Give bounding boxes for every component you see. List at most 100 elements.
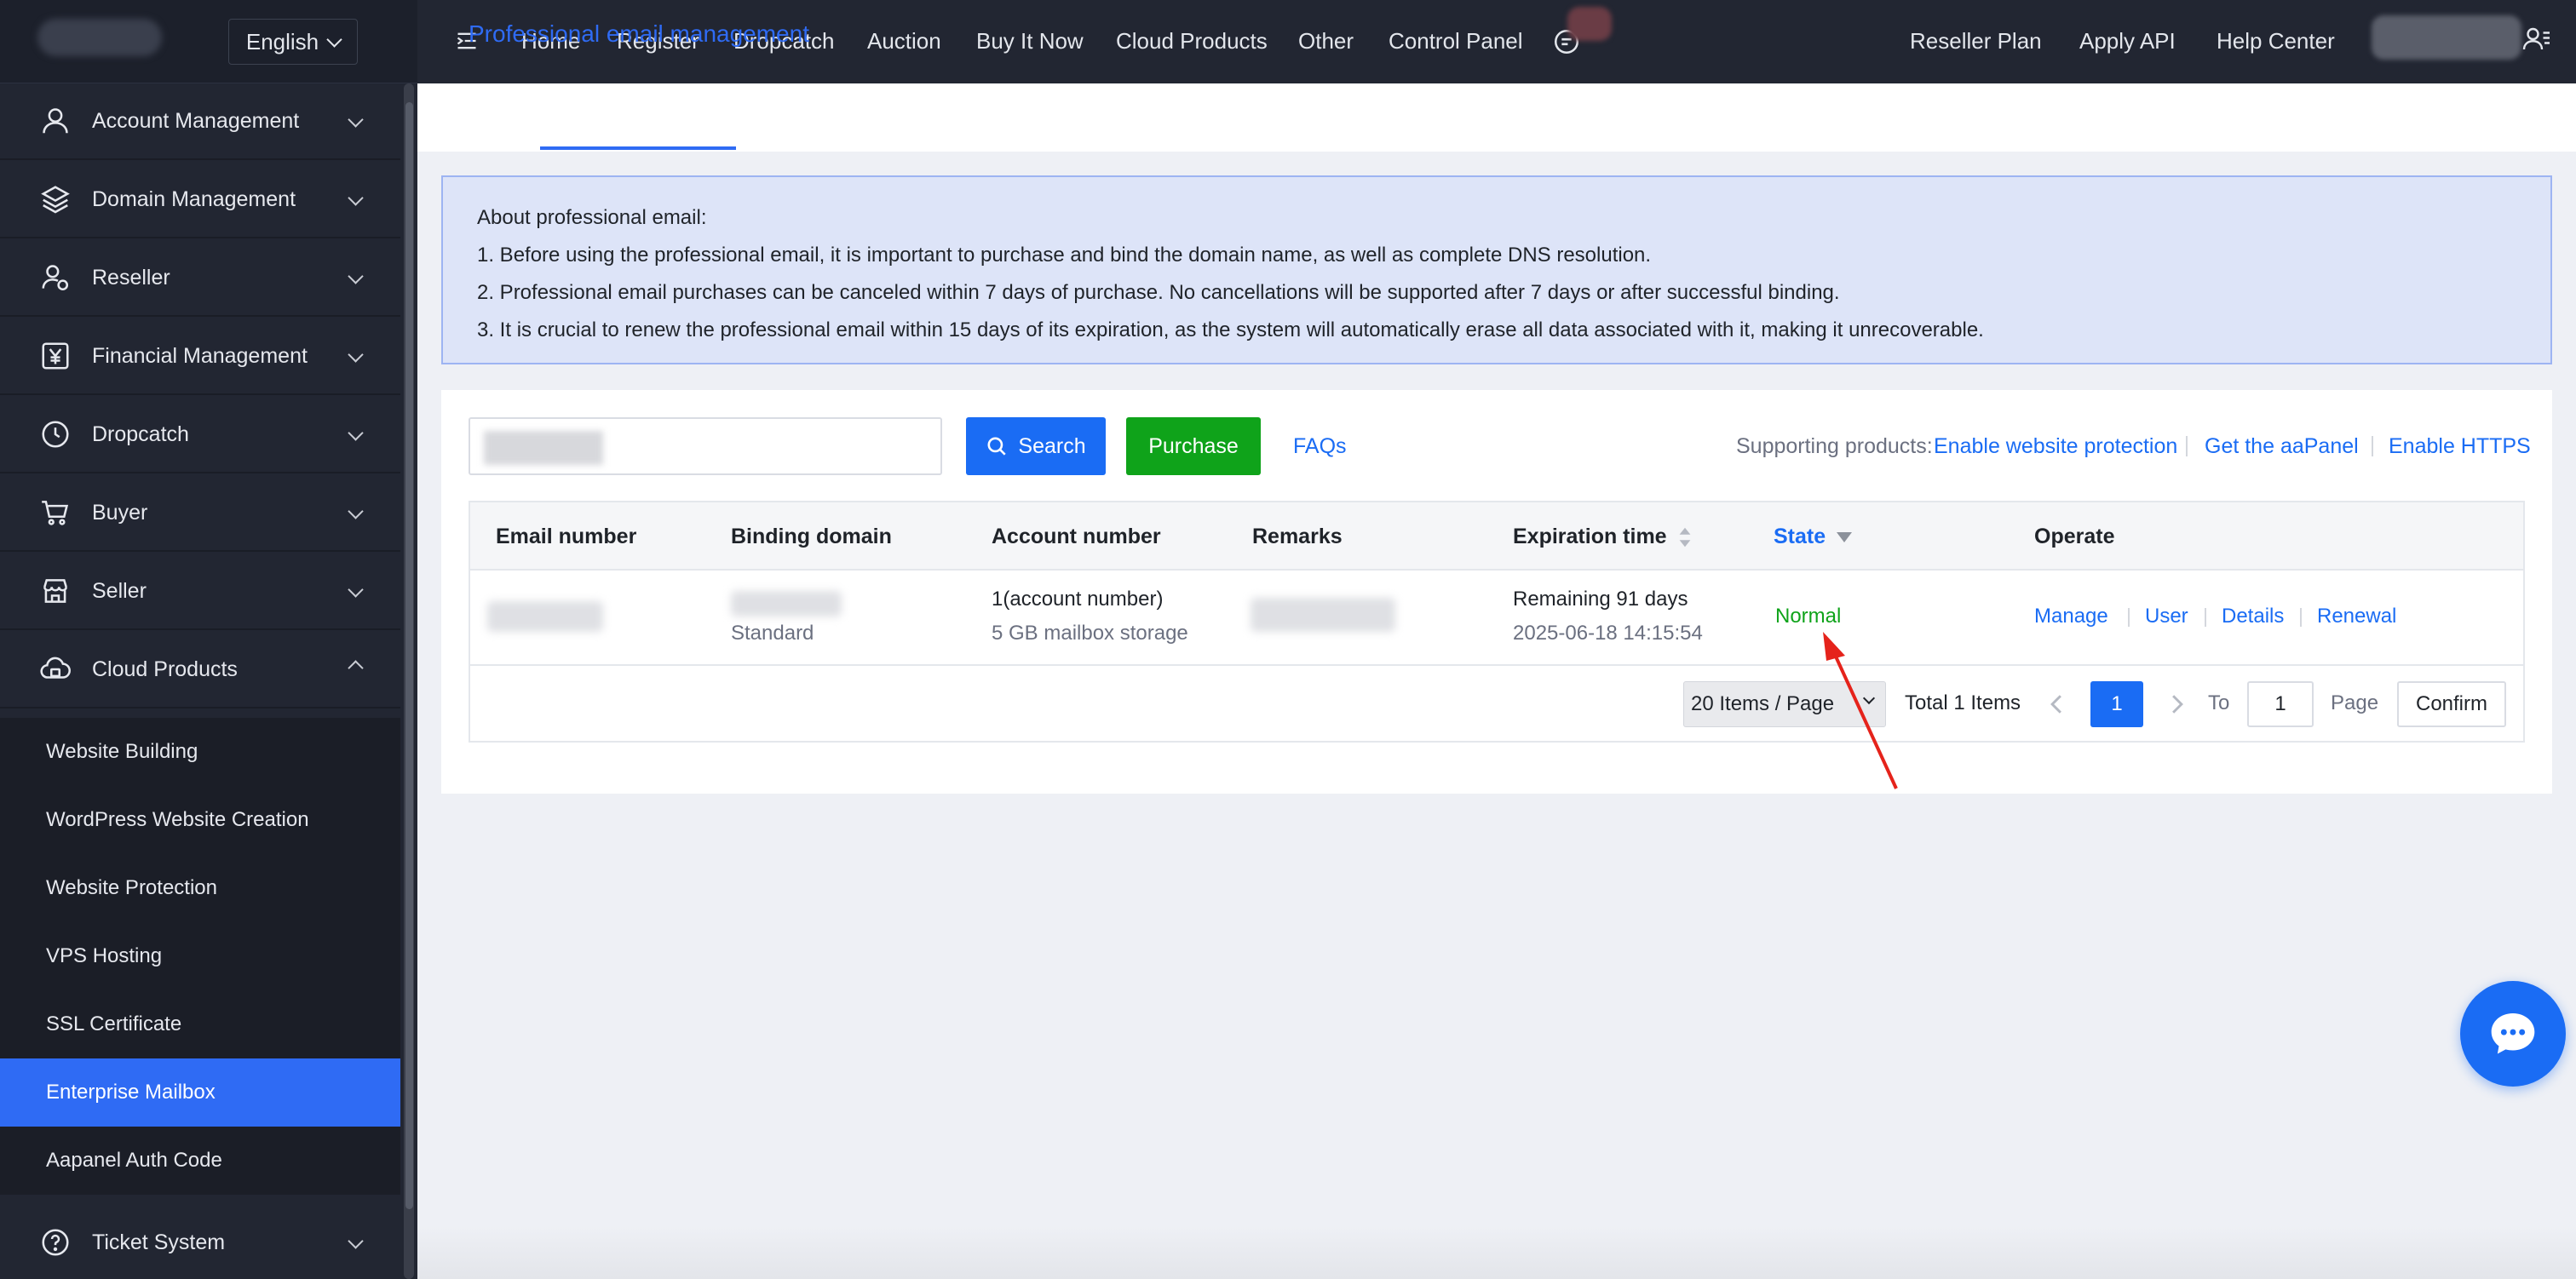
column-header-label: Expiration time xyxy=(1513,525,1667,548)
total-items: Total 1 Items xyxy=(1905,691,2021,714)
sidebar-item-label: Domain Management xyxy=(92,186,296,211)
clock-icon xyxy=(42,421,69,448)
search-button[interactable]: Search xyxy=(966,417,1106,475)
get-aapanel-link[interactable]: Get the aaPanel xyxy=(2205,434,2359,459)
purchase-button[interactable]: Purchase xyxy=(1126,417,1261,475)
filter-dropdown-icon[interactable] xyxy=(1837,532,1853,543)
sidebar-item-account-management[interactable]: Account Management xyxy=(0,83,400,160)
goto-label: To xyxy=(2208,691,2230,714)
chevron-down-icon xyxy=(348,582,364,598)
tab-professional-email-management[interactable]: Professional email management xyxy=(469,0,809,68)
user-link[interactable]: User xyxy=(2145,605,2188,628)
search-input[interactable] xyxy=(469,417,942,475)
chevron-down-icon xyxy=(348,425,364,441)
renewal-link[interactable]: Renewal xyxy=(2317,605,2396,628)
search-input-value xyxy=(484,431,603,465)
notice-line: 1. Before using the professional email, … xyxy=(477,244,1652,267)
sidebar-scrollbar-thumb[interactable] xyxy=(405,102,413,1209)
sidebar-item-dropcatch[interactable]: Dropcatch xyxy=(0,397,400,473)
nav-buy-it-now[interactable]: Buy It Now xyxy=(976,0,1084,83)
notice-box: About professional email: 1. Before usin… xyxy=(441,175,2552,364)
sidebar-item-domain-management[interactable]: Domain Management xyxy=(0,162,400,238)
sidebar-item-cloud-products[interactable]: Cloud Products xyxy=(0,632,400,708)
user-avatar[interactable] xyxy=(2372,15,2521,60)
table-header: Email number Binding domain Account numb… xyxy=(470,502,2523,571)
submenu-website-protection[interactable]: Website Protection xyxy=(0,854,400,922)
divider xyxy=(2128,608,2130,627)
user-menu-icon[interactable] xyxy=(2521,24,2552,54)
nav-reseller-plan[interactable]: Reseller Plan xyxy=(1910,0,2042,83)
user-icon xyxy=(43,108,68,134)
language-selector[interactable]: English xyxy=(228,19,358,65)
sidebar: English Account Management Domain Manage… xyxy=(0,0,417,1279)
help-circle-icon xyxy=(42,1229,69,1256)
submenu-ssl-certificate[interactable]: SSL Certificate xyxy=(0,990,400,1058)
sidebar-item-seller[interactable]: Seller xyxy=(0,553,400,630)
nav-cloud-products[interactable]: Cloud Products xyxy=(1116,0,1268,83)
submenu-aapanel-auth-code[interactable]: Aapanel Auth Code xyxy=(0,1127,400,1195)
confirm-button[interactable]: Confirm xyxy=(2397,681,2506,727)
sidebar-item-financial-management[interactable]: Financial Management xyxy=(0,318,400,395)
submenu-wordpress-website-creation[interactable]: WordPress Website Creation xyxy=(0,786,400,854)
divider xyxy=(2205,608,2206,627)
nav-auction[interactable]: Auction xyxy=(867,0,941,83)
email-number-value xyxy=(487,601,603,632)
nav-other[interactable]: Other xyxy=(1298,0,1354,83)
faqs-link[interactable]: FAQs xyxy=(1293,434,1347,459)
chevron-right-icon[interactable] xyxy=(2169,693,2186,715)
column-header-binding-domain: Binding domain xyxy=(731,525,892,548)
chevron-down-icon xyxy=(348,1233,364,1249)
chevron-down-icon xyxy=(348,347,364,363)
chat-support-button[interactable] xyxy=(2460,981,2566,1087)
sidebar-item-buyer[interactable]: Buyer xyxy=(0,475,400,552)
sidebar-item-reseller[interactable]: Reseller xyxy=(0,240,400,317)
logo[interactable] xyxy=(37,19,162,56)
sidebar-header: English xyxy=(0,0,417,83)
divider xyxy=(2300,608,2302,627)
remarks-value xyxy=(1251,598,1395,632)
chevron-left-icon[interactable] xyxy=(2048,693,2065,715)
sidebar-item-label: Cloud Products xyxy=(92,657,238,681)
nav-apply-api[interactable]: Apply API xyxy=(2079,0,2176,83)
chat-icon xyxy=(2491,1013,2535,1054)
manage-link[interactable]: Manage xyxy=(2034,605,2108,628)
column-header-label: State xyxy=(1774,525,1826,548)
binding-domain-value xyxy=(731,591,842,617)
sidebar-item-label: Dropcatch xyxy=(92,422,189,446)
divider xyxy=(2186,436,2188,456)
chevron-down-icon xyxy=(326,31,342,48)
column-header-email-number: Email number xyxy=(496,525,637,548)
divider xyxy=(2372,436,2373,456)
chevron-up-icon xyxy=(348,660,364,676)
expiration-date: 2025-06-18 14:15:54 xyxy=(1513,622,1703,645)
tab-active-indicator xyxy=(540,146,736,150)
enable-website-protection-link[interactable]: Enable website protection xyxy=(1934,434,2177,459)
nav-control-panel[interactable]: Control Panel xyxy=(1389,0,1523,83)
sort-icon[interactable] xyxy=(1678,526,1692,548)
column-header-expiration-time[interactable]: Expiration time xyxy=(1513,502,1692,571)
page-label: Page xyxy=(2331,691,2379,714)
column-header-operate: Operate xyxy=(2034,525,2115,548)
chevron-down-icon xyxy=(348,503,364,519)
submenu-vps-hosting[interactable]: VPS Hosting xyxy=(0,922,400,990)
page-number-current[interactable]: 1 xyxy=(2090,681,2143,727)
sidebar-item-label: Seller xyxy=(92,578,147,603)
goto-page-input[interactable]: 1 xyxy=(2247,681,2314,727)
sidebar-item-ticket-system[interactable]: Ticket System xyxy=(0,1204,400,1279)
notification-badge[interactable] xyxy=(1567,7,1612,41)
search-button-label: Search xyxy=(1018,433,1086,458)
nav-help-center[interactable]: Help Center xyxy=(2217,0,2335,83)
submenu-enterprise-mailbox[interactable]: Enterprise Mailbox xyxy=(0,1058,400,1127)
tab-bar xyxy=(417,83,2576,152)
storage-value: 5 GB mailbox storage xyxy=(992,622,1188,645)
sidebar-item-label: Reseller xyxy=(92,265,170,290)
details-link[interactable]: Details xyxy=(2222,605,2284,628)
status-badge: Normal xyxy=(1775,605,1842,628)
search-icon xyxy=(987,437,1007,456)
sidebar-item-label: Account Management xyxy=(92,108,300,133)
annotation-arrow-icon xyxy=(1823,632,1898,789)
submenu-website-building[interactable]: Website Building xyxy=(0,718,400,786)
cart-icon xyxy=(42,501,69,525)
column-header-state[interactable]: State xyxy=(1774,502,1853,571)
enable-https-link[interactable]: Enable HTTPS xyxy=(2389,434,2531,459)
